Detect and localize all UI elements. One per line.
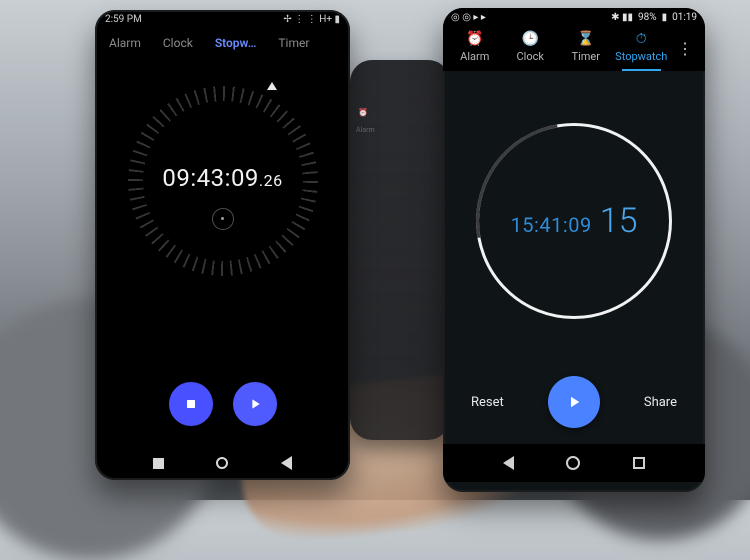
stopwatch-icon: ⏱ [636, 31, 647, 47]
tab-alarm[interactable]: Alarm [109, 36, 141, 50]
stop-icon [183, 396, 199, 412]
play-icon [247, 396, 263, 412]
status-bar: 2:59 PM ✢ ⋮ ⋮ H+ ▮ [95, 10, 350, 27]
lap-indicator-icon [212, 208, 234, 230]
stop-button[interactable] [169, 382, 213, 426]
back-button[interactable] [281, 456, 292, 470]
clock-icon: 🕒 [522, 31, 539, 47]
recent-apps-button[interactable] [153, 458, 164, 469]
phone-right: ◎ ◎ ▸ ▸ ✱ ▮▮ 98% ▮ 01:19 ⏰ Alarm 🕒 Clock… [443, 8, 705, 492]
signal-icon: ✱ ▮▮ [611, 12, 633, 23]
home-button[interactable] [216, 457, 228, 469]
android-nav-bar [443, 444, 705, 482]
time-hms: 09:43:09 [162, 164, 259, 192]
play-icon [565, 393, 583, 411]
share-button[interactable]: Share [644, 395, 677, 410]
time-hms: 15:41:09 [511, 213, 592, 237]
status-clock: 01:19 [672, 12, 697, 23]
progress-marker-icon [267, 82, 277, 90]
background-phone: ⏰ Alarm [350, 60, 450, 440]
back-button[interactable] [503, 456, 514, 470]
play-button[interactable] [233, 382, 277, 426]
status-indicators: ✢ ⋮ ⋮ H+ ▮ [283, 14, 340, 25]
android-nav-bar [95, 456, 350, 470]
status-time: 2:59 PM [105, 14, 142, 25]
status-left-icons: ◎ ◎ ▸ ▸ [451, 12, 486, 23]
tab-stopwatch[interactable]: Stopw… [215, 36, 257, 50]
stopwatch-controls [95, 382, 350, 426]
hourglass-icon: ⌛ [577, 31, 594, 47]
tab-label: Alarm [460, 50, 489, 63]
tab-label: Stopwatch [615, 50, 667, 63]
battery-icon: ▮ [662, 12, 668, 23]
alarm-label: Alarm [356, 126, 375, 134]
tab-bar: Alarm Clock Stopw… Timer ⋮ [95, 27, 350, 62]
status-bar: ◎ ◎ ▸ ▸ ✱ ▮▮ 98% ▮ 01:19 [443, 8, 705, 25]
alarm-icon: ⏰ [466, 31, 483, 47]
overflow-menu-icon[interactable]: ⋮ [669, 39, 701, 58]
time-centis: .26 [259, 171, 283, 190]
play-button[interactable] [548, 376, 600, 428]
tab-clock[interactable]: Clock [163, 36, 193, 50]
tab-label: Timer [572, 50, 600, 63]
battery-text: 98% [638, 12, 657, 23]
tab-timer[interactable]: Timer [278, 36, 309, 50]
tab-bar: ⏰ Alarm 🕒 Clock ⌛ Timer ⏱ Stopwatch ⋮ [443, 25, 705, 71]
home-button[interactable] [566, 456, 580, 470]
stopwatch-readout: 15:41:09 15 [511, 201, 638, 241]
tab-label: Clock [517, 50, 544, 63]
phone-left: 2:59 PM ✢ ⋮ ⋮ H+ ▮ Alarm Clock Stopw… Ti… [95, 10, 350, 480]
stopwatch-dial: 09:43:09.26 [128, 86, 318, 276]
recent-apps-button[interactable] [633, 457, 645, 469]
reset-button[interactable]: Reset [471, 395, 504, 410]
stopwatch-dial: 15:41:09 15 [476, 123, 672, 319]
time-centis: 15 [600, 201, 638, 241]
tab-alarm[interactable]: ⏰ Alarm [447, 25, 503, 71]
stopwatch-readout: 09:43:09.26 [162, 164, 282, 192]
tab-clock[interactable]: 🕒 Clock [503, 25, 559, 71]
tab-stopwatch[interactable]: ⏱ Stopwatch [614, 25, 670, 71]
stopwatch-controls: Reset Share [443, 376, 705, 428]
tab-timer[interactable]: ⌛ Timer [558, 25, 614, 71]
alarm-icon: ⏰ [358, 108, 368, 117]
